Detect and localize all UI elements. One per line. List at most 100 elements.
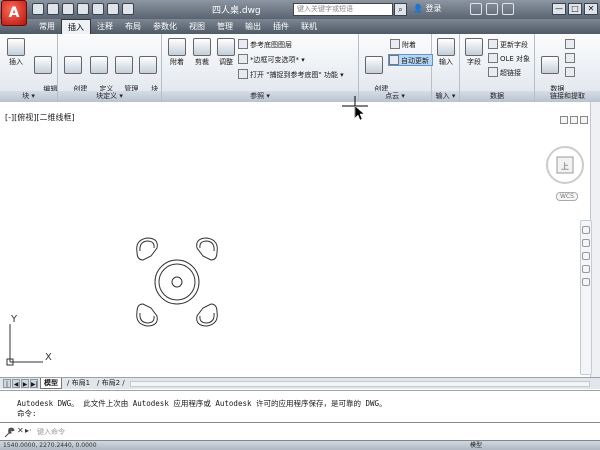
- tab-online[interactable]: 联机: [295, 19, 323, 34]
- tab-annotate[interactable]: 注释: [91, 19, 119, 34]
- maximize-button[interactable]: □: [568, 3, 582, 15]
- panel-import-title[interactable]: 输入 ▾: [432, 91, 459, 102]
- define-attributes-icon: [90, 56, 108, 74]
- open-file-icon[interactable]: [47, 3, 59, 15]
- save-icon[interactable]: [62, 3, 74, 15]
- clip-icon: [193, 38, 211, 56]
- tab-layout1[interactable]: / 布局1: [64, 378, 93, 389]
- field-label: 字段: [467, 58, 481, 66]
- ucs-x-label: X: [45, 352, 52, 363]
- insert-icon: [7, 38, 25, 56]
- drawing-canvas[interactable]: [0, 102, 590, 377]
- panel-data: 字段 更新字段 OLE 对象 超链接 数据: [460, 34, 535, 102]
- viewport-close-icon[interactable]: [580, 116, 588, 124]
- command-line: ✕ ▸· 键入命令: [0, 422, 600, 440]
- zoom-icon[interactable]: [582, 252, 590, 260]
- tab-layout2-label: 布局2: [101, 379, 121, 387]
- steering-wheel-icon[interactable]: [582, 226, 590, 234]
- quick-access-toolbar: [32, 3, 134, 16]
- redo-icon[interactable]: [107, 3, 119, 15]
- status-bar: 1540.0000, 2270.2440, 0.0000 模型: [0, 440, 600, 450]
- info-toolbar: [470, 3, 514, 15]
- viewport-controls-label[interactable]: [-][俯视][二维线框]: [5, 112, 75, 123]
- exchange-icon[interactable]: [470, 3, 482, 15]
- panel-block-definition-title[interactable]: 块定义 ▾: [58, 91, 161, 102]
- pc-attach-label: 附着: [402, 41, 416, 49]
- frame-variable-dropdown[interactable]: *边框可变选项* ▾: [238, 54, 305, 66]
- search-icon[interactable]: ⌕: [394, 3, 407, 16]
- window-controls: — □ ✕: [552, 3, 598, 15]
- auto-update-button[interactable]: 自动更新: [388, 54, 433, 66]
- layers-icon: [238, 39, 248, 49]
- save-as-icon[interactable]: [77, 3, 89, 15]
- application-menu-button[interactable]: A: [1, 0, 27, 26]
- chair-bottom-left: [136, 303, 158, 327]
- tab-layout[interactable]: 布局: [119, 19, 147, 34]
- showmotion-icon[interactable]: [582, 278, 590, 286]
- hyperlink-icon: [488, 67, 498, 77]
- wrench-icon[interactable]: [3, 427, 15, 438]
- new-file-icon[interactable]: [32, 3, 44, 15]
- insert-block-button[interactable]: 插入: [3, 38, 29, 67]
- next-layout-icon[interactable]: ▶: [21, 379, 29, 388]
- horizontal-scrollbar[interactable]: [130, 381, 590, 387]
- command-input[interactable]: 键入命令: [37, 427, 65, 437]
- clip-label: 剪裁: [195, 58, 209, 66]
- close-button[interactable]: ✕: [584, 3, 598, 15]
- field-button[interactable]: 字段: [461, 38, 487, 67]
- upload-icon: [565, 67, 575, 77]
- viewcube-face-label: 上: [561, 162, 569, 171]
- upload-source-button[interactable]: [565, 67, 577, 79]
- viewport-restore-icon[interactable]: [570, 116, 578, 124]
- tab-parametric[interactable]: 参数化: [147, 19, 183, 34]
- wcs-menu[interactable]: WCS: [556, 192, 578, 201]
- search-input[interactable]: 键入关键字或短语: [293, 3, 393, 16]
- minimize-button[interactable]: —: [552, 3, 566, 15]
- pan-icon[interactable]: [582, 239, 590, 247]
- snap-to-underlay-dropdown[interactable]: 打开 "捕捉到参考底图" 功能 ▾: [238, 69, 344, 81]
- field-icon: [465, 38, 483, 56]
- plot-icon[interactable]: [122, 3, 134, 15]
- underlay-layers-label: 参考底图图层: [250, 41, 292, 49]
- tab-model[interactable]: 模型: [40, 378, 62, 389]
- point-cloud-icon: [365, 56, 383, 74]
- help-icon[interactable]: [502, 3, 514, 15]
- ole-icon: [488, 53, 498, 63]
- underlay-layers-button[interactable]: 参考底图图层: [238, 39, 292, 51]
- tab-plugins[interactable]: 插件: [267, 19, 295, 34]
- tab-view[interactable]: 视图: [183, 19, 211, 34]
- undo-icon[interactable]: [92, 3, 104, 15]
- panel-reference-title[interactable]: 参照 ▾: [162, 91, 358, 102]
- star-icon[interactable]: [486, 3, 498, 15]
- clip-button[interactable]: 剪裁: [189, 38, 215, 67]
- title-bar: 四人桌.dwg 键入关键字或短语 ⌕ 👤 登录 — □ ✕: [0, 0, 600, 19]
- tab-layout2[interactable]: / 布局2 /: [94, 378, 128, 389]
- tab-home[interactable]: 常用: [33, 19, 61, 34]
- import-icon: [437, 38, 455, 56]
- four-person-table-drawing[interactable]: [125, 230, 230, 335]
- close-command-icon[interactable]: ✕: [17, 426, 24, 435]
- orbit-icon[interactable]: [582, 265, 590, 273]
- login-button[interactable]: 👤 登录: [413, 3, 442, 14]
- download-source-button[interactable]: [565, 53, 577, 65]
- ole-object-button[interactable]: OLE 对象: [488, 53, 530, 65]
- tab-insert[interactable]: 插入: [61, 19, 91, 34]
- update-fields-button[interactable]: 更新字段: [488, 39, 528, 51]
- tab-output[interactable]: 输出: [239, 19, 267, 34]
- import-button[interactable]: 输入: [433, 38, 459, 67]
- model-space-button[interactable]: 模型: [470, 441, 482, 450]
- viewport-minimize-icon[interactable]: [560, 116, 568, 124]
- prev-layout-icon[interactable]: ◀: [12, 379, 20, 388]
- extract-data-button[interactable]: [565, 39, 577, 51]
- adjust-button[interactable]: 调整: [213, 38, 239, 67]
- hyperlink-button[interactable]: 超链接: [488, 67, 521, 79]
- frame-variable-label: *边框可变选项*: [250, 56, 299, 64]
- first-layout-icon[interactable]: |◀: [3, 379, 11, 397]
- table-outer-circle: [154, 259, 200, 305]
- tab-manage[interactable]: 管理: [211, 19, 239, 34]
- last-layout-icon[interactable]: ▶|: [30, 379, 38, 388]
- pc-attach-button[interactable]: 附着: [390, 39, 416, 51]
- attach-button[interactable]: 附着: [164, 38, 190, 67]
- panel-block-title[interactable]: 块 ▾: [0, 91, 57, 102]
- viewcube[interactable]: 上: [543, 143, 588, 188]
